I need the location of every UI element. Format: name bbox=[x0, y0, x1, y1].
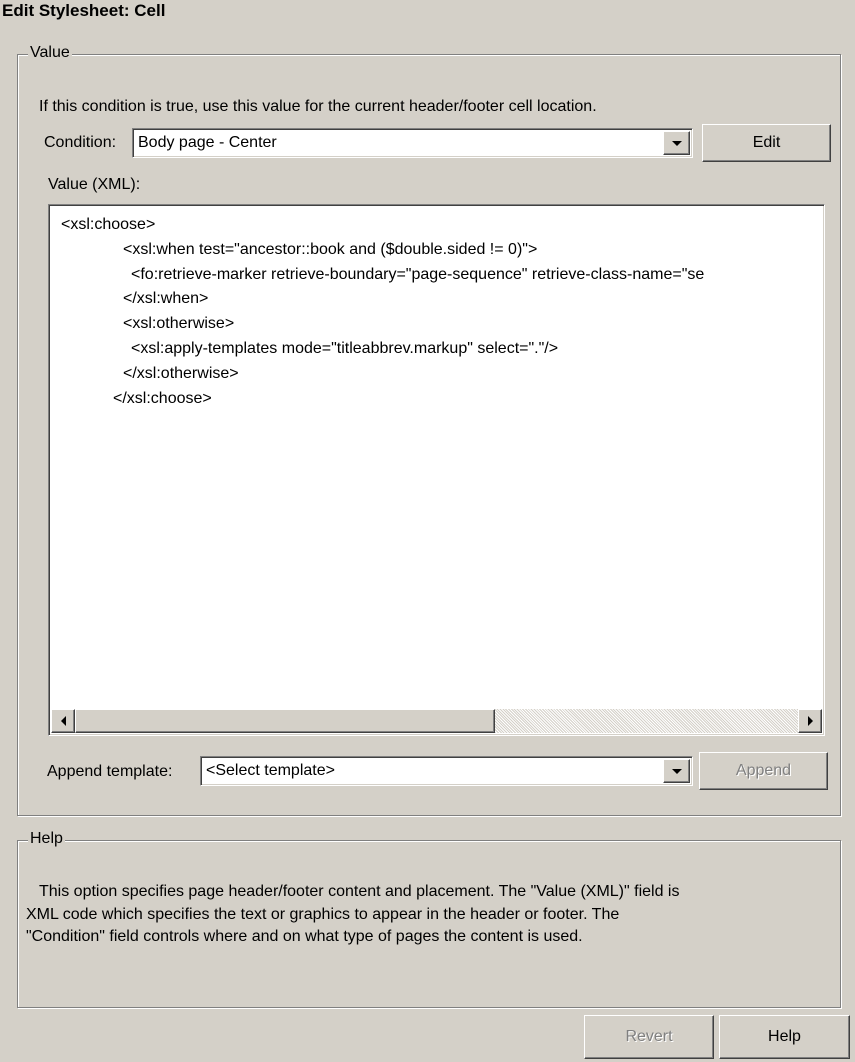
arrow-left-icon bbox=[60, 716, 66, 726]
help-line: "Condition" field controls where and on … bbox=[26, 928, 583, 945]
condition-value: Body page - Center bbox=[138, 134, 277, 151]
xml-line: </xsl:choose> bbox=[113, 390, 212, 407]
horizontal-scrollbar[interactable] bbox=[51, 709, 822, 733]
scroll-right-button[interactable] bbox=[798, 709, 822, 733]
window-title: Edit Stylesheet: Cell bbox=[2, 1, 166, 20]
append-dropdown-button[interactable] bbox=[663, 759, 690, 783]
xml-line: <xsl:otherwise> bbox=[123, 315, 235, 332]
help-line: This option specifies page header/footer… bbox=[39, 883, 680, 900]
append-template-label: Append template: bbox=[47, 763, 173, 780]
edit-button[interactable]: Edit bbox=[702, 124, 831, 162]
xml-line: <xsl:choose> bbox=[61, 216, 156, 233]
help-button[interactable]: Help bbox=[719, 1015, 850, 1059]
chevron-down-icon bbox=[671, 140, 682, 146]
condition-label: Condition: bbox=[44, 134, 117, 151]
xml-line: <xsl:apply-templates mode="titleabbrev.m… bbox=[131, 340, 559, 357]
chevron-down-icon bbox=[671, 768, 682, 774]
xml-line: </xsl:when> bbox=[123, 290, 209, 307]
help-legend: Help bbox=[28, 830, 65, 848]
scroll-left-button[interactable] bbox=[51, 709, 75, 733]
append-template-select[interactable]: <Select template> bbox=[200, 756, 693, 786]
condition-dropdown-button[interactable] bbox=[663, 131, 690, 155]
value-xml-label: Value (XML): bbox=[48, 176, 141, 193]
scroll-thumb[interactable] bbox=[75, 709, 495, 733]
instruction-text: If this condition is true, use this valu… bbox=[39, 98, 597, 115]
scroll-track[interactable] bbox=[495, 709, 798, 733]
value-legend: Value bbox=[28, 44, 72, 62]
arrow-right-icon bbox=[807, 716, 813, 726]
xml-editor[interactable]: <xsl:choose> <xsl:when test="ancestor::b… bbox=[48, 204, 825, 736]
help-line: XML code which specifies the text or gra… bbox=[26, 906, 620, 923]
xml-line: </xsl:otherwise> bbox=[123, 365, 239, 382]
condition-select[interactable]: Body page - Center bbox=[132, 128, 693, 158]
append-template-value: <Select template> bbox=[206, 762, 335, 779]
revert-button[interactable]: Revert bbox=[584, 1015, 714, 1059]
xml-line: <xsl:when test="ancestor::book and ($dou… bbox=[123, 241, 538, 258]
xml-line: <fo:retrieve-marker retrieve-boundary="p… bbox=[131, 266, 705, 283]
append-button[interactable]: Append bbox=[699, 752, 828, 790]
